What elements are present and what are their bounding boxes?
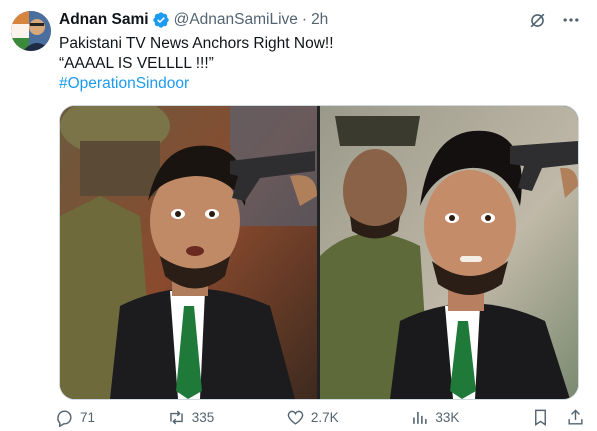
views-button[interactable]: 33K bbox=[410, 408, 459, 427]
tweet-line-1: Pakistani TV News Anchors Right Now!! bbox=[59, 35, 334, 52]
repost-button[interactable]: 335 bbox=[167, 408, 215, 427]
secondary-actions bbox=[531, 408, 585, 427]
bookmark-button[interactable] bbox=[531, 408, 550, 427]
share-icon bbox=[568, 408, 583, 425]
like-icon bbox=[287, 410, 304, 425]
reply-count: 71 bbox=[80, 409, 96, 425]
repost-icon bbox=[169, 410, 183, 424]
views-count: 33K bbox=[435, 409, 460, 425]
like-button[interactable]: 2.7K bbox=[286, 408, 339, 427]
grok-icon[interactable] bbox=[527, 10, 547, 30]
verified-badge-icon bbox=[152, 11, 170, 29]
tweet-line-2: “AAAAL IS VELLLL !!!” bbox=[59, 55, 214, 72]
tweet-media[interactable] bbox=[59, 105, 579, 400]
timestamp[interactable]: 2h bbox=[311, 11, 328, 29]
reply-icon bbox=[57, 409, 72, 427]
separator-dot: · bbox=[301, 11, 308, 28]
more-options-icon[interactable] bbox=[561, 10, 581, 30]
tweet-header: Adnan Sami @AdnanSamiLive · 2h bbox=[59, 9, 328, 31]
top-right-actions bbox=[527, 10, 581, 30]
author-handle[interactable]: @AdnanSamiLive bbox=[174, 11, 298, 29]
hashtag-link[interactable]: #OperationSindoor bbox=[59, 74, 334, 94]
anchor-with-gun-image-2[interactable] bbox=[320, 106, 578, 399]
like-count: 2.7K bbox=[310, 409, 339, 425]
share-button[interactable] bbox=[566, 408, 585, 427]
tweet-action-bar: 71 335 2.7K 33K bbox=[55, 405, 585, 429]
bookmark-icon bbox=[535, 409, 546, 426]
tweet-card[interactable]: Adnan Sami @AdnanSamiLive · 2h Pakistani… bbox=[0, 0, 597, 431]
tweet-text: Pakistani TV News Anchors Right Now!! “A… bbox=[59, 34, 334, 94]
anchor-with-gun-image-1[interactable] bbox=[60, 106, 317, 399]
author-name[interactable]: Adnan Sami bbox=[59, 11, 149, 29]
views-icon bbox=[413, 411, 427, 424]
reply-button[interactable]: 71 bbox=[55, 408, 95, 427]
avatar[interactable] bbox=[11, 11, 51, 51]
repost-count: 335 bbox=[191, 409, 215, 425]
